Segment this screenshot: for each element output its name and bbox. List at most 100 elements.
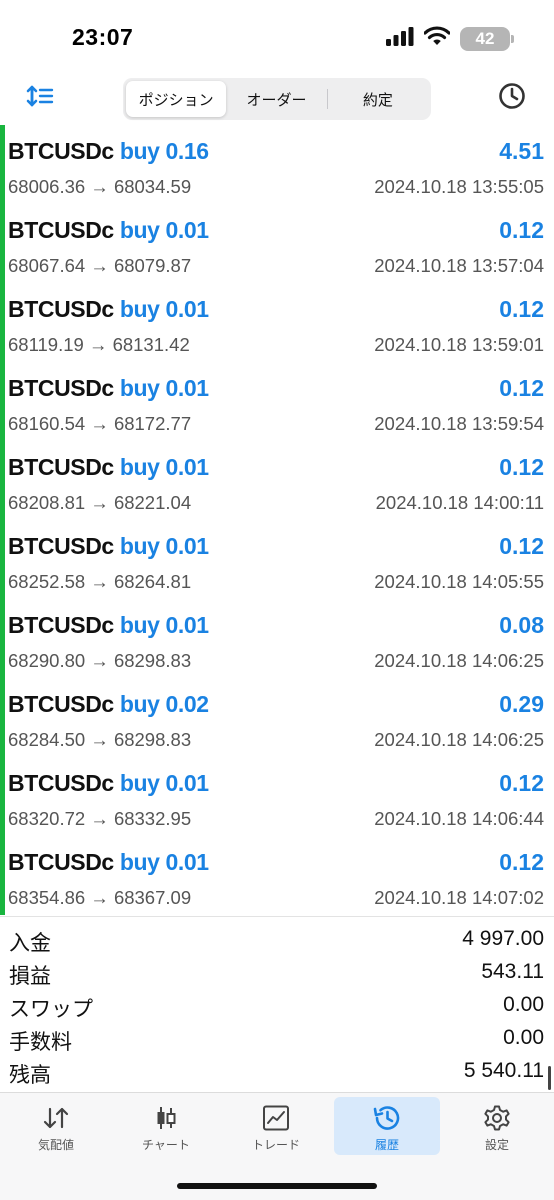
summary-label: 手数料: [9, 1031, 72, 1054]
deal-prices: 68252.58 → 68264.81: [8, 571, 192, 592]
deal-symbol: BTCUSDc buy 0.01: [8, 612, 209, 638]
clock-icon: [498, 82, 526, 115]
deal-side-volume: buy 0.01: [119, 612, 209, 638]
deal-profit: 0.12: [499, 533, 544, 559]
segment-deals[interactable]: 約定: [328, 81, 428, 117]
deal-row[interactable]: BTCUSDc buy 0.16 4.51 68006.36 → 68034.59…: [0, 125, 554, 204]
deal-side-volume: buy 0.02: [119, 691, 209, 717]
tab-label: チャート: [142, 1138, 190, 1152]
deal-side-volume: buy 0.01: [119, 375, 209, 401]
wifi-icon: [423, 26, 451, 51]
deal-prices: 68160.54 → 68172.77: [8, 413, 192, 434]
deal-profit: 0.29: [499, 691, 544, 717]
battery-icon: 42: [460, 26, 514, 51]
tab-trade[interactable]: トレード: [223, 1097, 329, 1155]
sort-button[interactable]: [22, 82, 58, 114]
tab-label: 気配値: [37, 1138, 74, 1152]
deal-symbol: BTCUSDc buy 0.01: [8, 217, 209, 243]
deal-prices: 68290.80 → 68298.83: [8, 650, 192, 671]
cellular-signal-icon: [386, 26, 414, 51]
deal-symbol: BTCUSDc buy 0.01: [8, 770, 209, 796]
trade-line-chart-icon: [261, 1105, 291, 1131]
status-bar: 23:07 42: [0, 0, 554, 75]
deal-row[interactable]: BTCUSDc buy 0.01 0.12 68160.54 → 68172.77…: [0, 362, 554, 441]
summary-value: 4 997.00: [462, 927, 544, 950]
deal-row[interactable]: BTCUSDc buy 0.01 0.12 68252.58 → 68264.81…: [0, 520, 554, 599]
quotes-arrows-icon: [41, 1105, 71, 1131]
tab-history[interactable]: 履歴: [334, 1097, 440, 1155]
status-icons: 42: [386, 26, 514, 51]
summary-commission-row: 手数料 0.00: [0, 1022, 554, 1054]
segment-orders[interactable]: オーダー: [226, 81, 326, 117]
deal-side-volume: buy 0.01: [119, 217, 209, 243]
deal-time: 2024.10.18 13:57:04: [374, 255, 544, 276]
deal-profit: 0.12: [499, 454, 544, 480]
deal-row[interactable]: BTCUSDc buy 0.01 0.12 68320.72 → 68332.95…: [0, 757, 554, 836]
segmented-control: ポジション オーダー 約定: [123, 78, 431, 120]
deal-symbol: BTCUSDc buy 0.01: [8, 849, 209, 875]
segment-positions[interactable]: ポジション: [126, 81, 227, 117]
summary-value: 0.00: [503, 993, 544, 1016]
deal-time: 2024.10.18 13:59:01: [374, 334, 544, 355]
deal-symbol: BTCUSDc buy 0.01: [8, 533, 209, 559]
sort-icon: [26, 84, 54, 113]
history-clock-icon: [372, 1105, 402, 1131]
deal-profit: 0.12: [499, 849, 544, 875]
summary-value: 5 540.11: [463, 1059, 544, 1082]
deal-prices: 68067.64 → 68079.87: [8, 255, 192, 276]
deal-prices: 68320.72 → 68332.95: [8, 808, 192, 829]
toolbar: ポジション オーダー 約定: [0, 76, 554, 122]
deal-side-volume: buy 0.01: [119, 533, 209, 559]
summary-swap-row: スワップ 0.00: [0, 989, 554, 1021]
tab-chart[interactable]: チャート: [113, 1097, 219, 1155]
summary-value: 543.11: [481, 960, 544, 983]
summary-deposit-row: 入金 4 997.00: [0, 923, 554, 955]
deal-row[interactable]: BTCUSDc buy 0.01 0.12 68354.86 → 68367.09…: [0, 836, 554, 915]
deal-prices: 68208.81 → 68221.04: [8, 492, 192, 513]
deal-side-volume: buy 0.01: [119, 770, 209, 796]
deal-symbol: BTCUSDc buy 0.01: [8, 296, 209, 322]
tab-label: 履歴: [374, 1138, 399, 1152]
tab-label: トレード: [251, 1138, 300, 1152]
settings-gear-icon: [482, 1105, 512, 1131]
tab-settings[interactable]: 設定: [444, 1097, 550, 1155]
summary-label: 残高: [9, 1064, 51, 1087]
summary-profit-row: 損益 543.11: [0, 956, 554, 988]
deal-time: 2024.10.18 14:00:11: [375, 492, 544, 513]
deal-profit: 0.12: [499, 770, 544, 796]
candlestick-chart-icon: [151, 1105, 181, 1131]
deal-side-volume: buy 0.01: [119, 454, 209, 480]
status-time: 23:07: [72, 24, 134, 50]
summary-label: 損益: [9, 965, 51, 988]
scrollbar[interactable]: [548, 1066, 551, 1090]
summary-balance-row: 残高 5 540.11: [0, 1055, 554, 1087]
summary-label: 入金: [9, 932, 51, 955]
deal-time: 2024.10.18 13:55:05: [374, 176, 544, 197]
tab-quotes[interactable]: 気配値: [3, 1097, 109, 1155]
deal-prices: 68119.19 → 68131.42: [8, 334, 190, 355]
deal-profit: 0.08: [499, 612, 544, 638]
deal-row[interactable]: BTCUSDc buy 0.01 0.08 68290.80 → 68298.83…: [0, 599, 554, 678]
home-indicator: [177, 1183, 377, 1189]
deal-time: 2024.10.18 14:05:55: [374, 571, 544, 592]
deal-symbol: BTCUSDc buy 0.01: [8, 375, 209, 401]
deal-time: 2024.10.18 14:06:25: [374, 729, 544, 750]
deal-row[interactable]: BTCUSDc buy 0.02 0.29 68284.50 → 68298.83…: [0, 678, 554, 757]
deal-symbol: BTCUSDc buy 0.01: [8, 454, 209, 480]
deal-profit: 4.51: [499, 138, 544, 164]
deal-row[interactable]: BTCUSDc buy 0.01 0.12 68208.81 → 68221.04…: [0, 441, 554, 520]
deal-profit: 0.12: [499, 296, 544, 322]
summary-panel: 入金 4 997.00 損益 543.11 スワップ 0.00 手数料 0.00…: [0, 916, 554, 1092]
deal-side-volume: buy 0.01: [119, 296, 209, 322]
deal-side-volume: buy 0.16: [119, 138, 209, 164]
deal-time: 2024.10.18 13:59:54: [374, 413, 544, 434]
deal-profit: 0.12: [499, 375, 544, 401]
deal-row[interactable]: BTCUSDc buy 0.01 0.12 68119.19 → 68131.42…: [0, 283, 554, 362]
deal-time: 2024.10.18 14:07:02: [374, 887, 544, 908]
deal-side-volume: buy 0.01: [119, 849, 209, 875]
deal-time: 2024.10.18 14:06:44: [374, 808, 544, 829]
deal-row[interactable]: BTCUSDc buy 0.01 0.12 68067.64 → 68079.87…: [0, 204, 554, 283]
summary-label: スワップ: [9, 998, 93, 1021]
deals-list: BTCUSDc buy 0.16 4.51 68006.36 → 68034.59…: [0, 125, 554, 915]
period-history-button[interactable]: [496, 82, 528, 114]
